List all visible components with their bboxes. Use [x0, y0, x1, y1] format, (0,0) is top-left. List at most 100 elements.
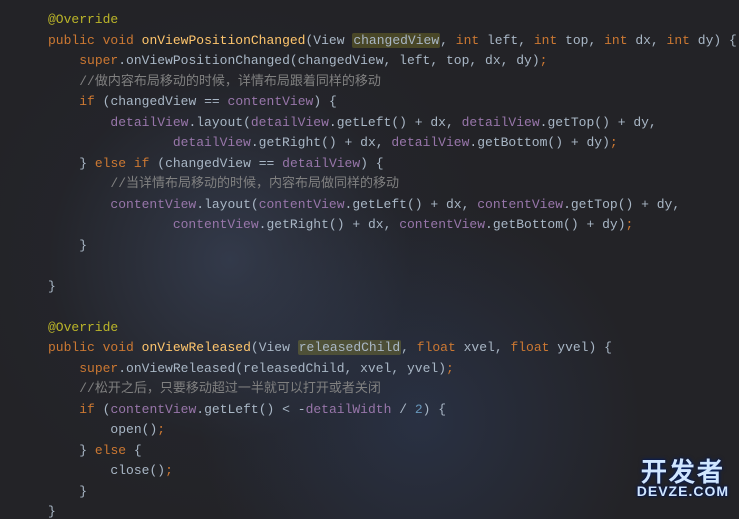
arg-top: top — [446, 53, 469, 68]
op-plus: + — [430, 197, 438, 212]
arg-changedView: changedView — [298, 53, 384, 68]
comma: , — [401, 340, 409, 355]
lparen: ( — [594, 115, 602, 130]
call-open: open — [110, 422, 141, 437]
lparen: ( — [251, 340, 259, 355]
field-detailView: detailView — [282, 156, 360, 171]
param-releasedChild: releasedChild — [298, 340, 401, 355]
call-onViewPositionChanged: onViewPositionChanged — [126, 53, 290, 68]
rbrace: } — [79, 484, 87, 499]
kw-public: public — [48, 33, 95, 48]
comment-1: //做内容布局移动的时候，详情布局跟着同样的移动 — [79, 74, 381, 89]
field-contentView: contentView — [228, 94, 314, 109]
arg-releasedChild: releasedChild — [243, 361, 344, 376]
semi: ; — [610, 135, 618, 150]
rparen: ) — [329, 135, 337, 150]
field-detailView: detailView — [391, 135, 469, 150]
op-plus: + — [618, 115, 626, 130]
call-getTop: getTop — [547, 115, 594, 130]
op-plus: + — [352, 217, 360, 232]
semi: ; — [446, 361, 454, 376]
arg-dy: dy — [586, 135, 602, 150]
call-getRight: getRight — [259, 135, 321, 150]
dot: . — [329, 115, 337, 130]
type-View: View — [259, 340, 290, 355]
field-contentView: contentView — [110, 197, 196, 212]
field-contentView: contentView — [110, 402, 196, 417]
call-getRight: getRight — [266, 217, 328, 232]
comma: , — [588, 33, 596, 48]
comma: , — [446, 115, 454, 130]
semi: ; — [157, 422, 165, 437]
op-eqeq: == — [259, 156, 275, 171]
lbrace: { — [604, 340, 612, 355]
semi: ; — [540, 53, 548, 68]
lbrace: { — [376, 156, 384, 171]
comma: , — [518, 33, 526, 48]
param-dy: dy — [698, 33, 714, 48]
op-div: / — [399, 402, 407, 417]
semi: ; — [626, 217, 634, 232]
comma: , — [376, 135, 384, 150]
rbrace: } — [48, 504, 56, 519]
field-detailWidth: detailWidth — [306, 402, 392, 417]
rparen: ) — [618, 217, 626, 232]
op-lt: < — [282, 402, 290, 417]
field-detailView: detailView — [251, 115, 329, 130]
kw-int: int — [667, 33, 690, 48]
annotation-override: @Override — [48, 320, 118, 335]
rparen: ) — [399, 115, 407, 130]
lbrace: { — [438, 402, 446, 417]
comma: , — [672, 197, 680, 212]
rparen: ) — [267, 402, 275, 417]
lparen: ( — [563, 217, 571, 232]
lparen: ( — [235, 361, 243, 376]
kw-super: super — [79, 53, 118, 68]
arg-dy: dy — [516, 53, 532, 68]
lbrace: { — [729, 33, 737, 48]
code-block: @Override public void onViewPositionChan… — [0, 0, 739, 519]
num-2: 2 — [415, 402, 423, 417]
call-getLeft: getLeft — [337, 115, 392, 130]
dot: . — [196, 197, 204, 212]
rbrace: } — [48, 279, 56, 294]
kw-float: float — [510, 340, 549, 355]
kw-else: else — [95, 443, 126, 458]
field-detailView: detailView — [173, 135, 251, 150]
param-xvel: xvel — [464, 340, 495, 355]
arg-dx: dx — [430, 115, 446, 130]
kw-int: int — [534, 33, 557, 48]
dot: . — [485, 217, 493, 232]
op-eqeq: == — [204, 94, 220, 109]
rbrace: } — [79, 156, 87, 171]
param-top: top — [565, 33, 588, 48]
comma: , — [651, 33, 659, 48]
dot: . — [118, 53, 126, 68]
comment-2: //当详情布局移动的时候，内容布局做同样的移动 — [110, 176, 399, 191]
kw-elseif: else if — [95, 156, 150, 171]
call-getBottom: getBottom — [493, 217, 563, 232]
rparen: ) — [571, 217, 579, 232]
lparen: ( — [243, 115, 251, 130]
op-neg: - — [298, 402, 306, 417]
comma: , — [430, 53, 438, 68]
kw-float: float — [417, 340, 456, 355]
rbrace: } — [79, 443, 87, 458]
lparen: ( — [618, 197, 626, 212]
field-contentView: contentView — [399, 217, 485, 232]
rparen: ) — [588, 340, 596, 355]
var-changedView: changedView — [110, 94, 196, 109]
arg-xvel: xvel — [360, 361, 391, 376]
call-getLeft: getLeft — [352, 197, 407, 212]
param-yvel: yvel — [557, 340, 588, 355]
param-left: left — [487, 33, 518, 48]
kw-if: if — [79, 94, 95, 109]
op-plus: + — [586, 217, 594, 232]
rparen: ) — [438, 361, 446, 376]
dot: . — [251, 135, 259, 150]
field-detailView: detailView — [462, 115, 540, 130]
arg-dx: dx — [485, 53, 501, 68]
dot: . — [196, 402, 204, 417]
arg-left: left — [399, 53, 430, 68]
rparen: ) — [602, 115, 610, 130]
